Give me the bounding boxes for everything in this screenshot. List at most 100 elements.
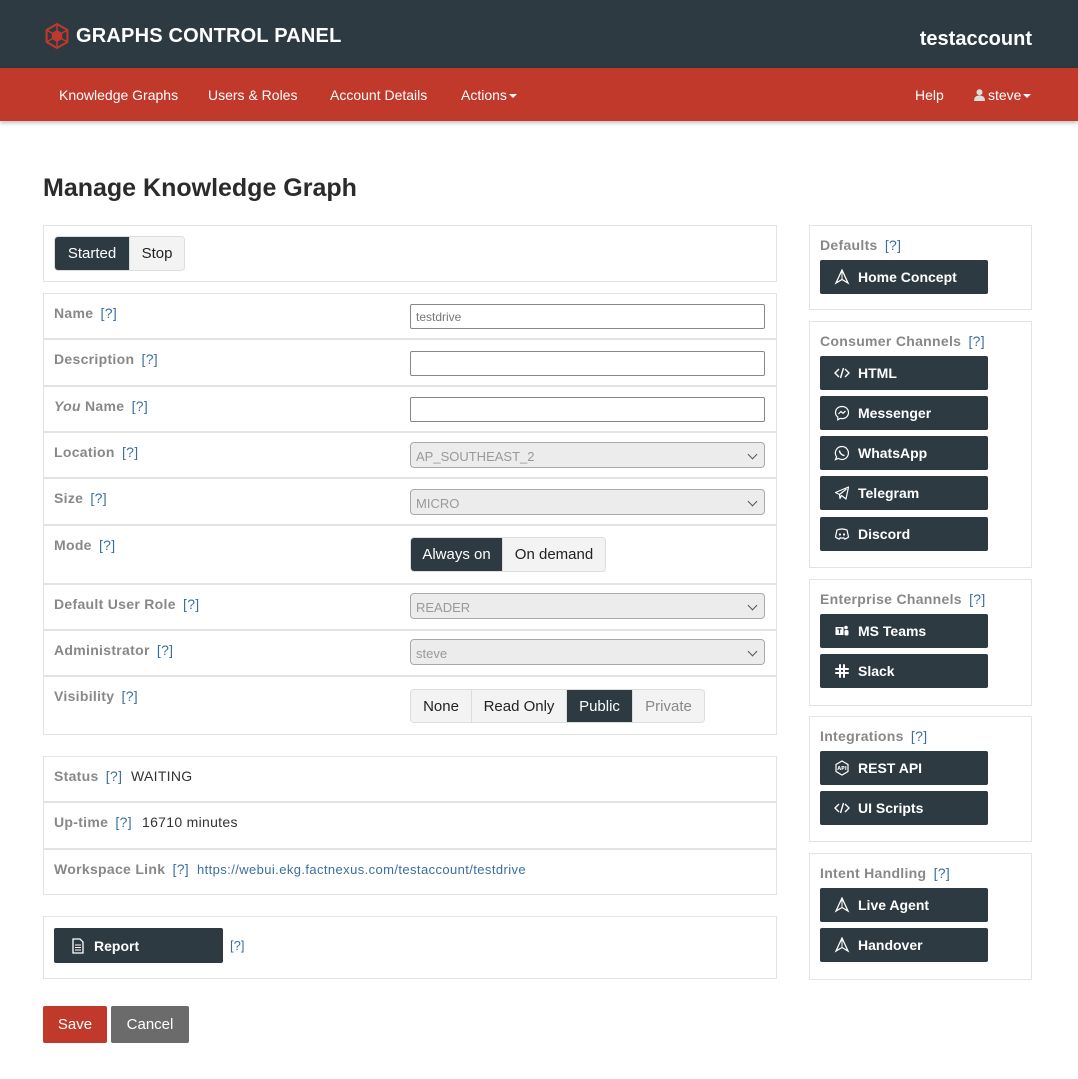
enterprise-channels-title-text: Enterprise Channels	[820, 591, 962, 607]
telegram-channel-button[interactable]: Telegram	[820, 476, 988, 510]
default-user-role-label-text: Default User Role	[54, 596, 176, 612]
concept-icon	[834, 269, 850, 285]
rest-api-button[interactable]: API REST API	[820, 751, 988, 785]
visibility-public[interactable]: Public	[566, 690, 632, 722]
uptime-help-link[interactable]: [?]	[115, 814, 131, 830]
nav-user-label: steve	[988, 87, 1022, 103]
caret-down-icon	[508, 94, 517, 99]
mode-help-link[interactable]: [?]	[99, 537, 115, 553]
slack-channel-button[interactable]: Slack	[820, 654, 988, 688]
integrations-panel: Integrations [?] API REST API UI Scripts	[809, 716, 1032, 842]
visibility-private[interactable]: Private	[632, 690, 704, 722]
nav-users-roles[interactable]: Users & Roles	[208, 87, 297, 103]
mode-always-on[interactable]: Always on	[411, 538, 502, 571]
description-input[interactable]	[410, 351, 765, 376]
description-help-link[interactable]: [?]	[142, 351, 158, 367]
main-navbar: Knowledge Graphs Users & Roles Account D…	[0, 68, 1078, 121]
rest-api-label: REST API	[858, 760, 923, 776]
nav-knowledge-graphs[interactable]: Knowledge Graphs	[59, 87, 178, 103]
nav-user-menu[interactable]: steve	[974, 87, 1032, 103]
size-select[interactable]: MICRO	[410, 489, 765, 515]
live-agent-label: Live Agent	[858, 897, 930, 913]
save-button[interactable]: Save	[43, 1006, 107, 1043]
you-name-input[interactable]	[410, 397, 765, 422]
whatsapp-label: WhatsApp	[858, 445, 928, 461]
live-agent-button[interactable]: Live Agent	[820, 888, 988, 922]
visibility-help-link[interactable]: [?]	[122, 688, 138, 704]
visibility-toggle: None Read Only Public Private	[410, 689, 705, 723]
mode-label-text: Mode	[54, 537, 92, 553]
report-help-link[interactable]: [?]	[230, 938, 244, 953]
workspace-link-label: Workspace Link [?]	[54, 861, 189, 877]
app-logo[interactable]: GRAPHS CONTROL PANEL	[44, 23, 342, 49]
caret-down-icon	[1023, 94, 1032, 99]
state-toggle-panel: Started Stop	[43, 225, 777, 282]
administrator-help-link[interactable]: [?]	[157, 642, 173, 658]
intent-handling-title-text: Intent Handling	[820, 865, 927, 881]
location-label-text: Location	[54, 444, 115, 460]
consumer-help-link[interactable]: [?]	[968, 333, 984, 349]
consumer-channels-title-text: Consumer Channels	[820, 333, 962, 349]
nav-actions-dropdown[interactable]: Actions	[461, 87, 517, 103]
default-user-role-help-link[interactable]: [?]	[183, 596, 199, 612]
size-label: Size [?]	[54, 490, 107, 506]
nav-account-details[interactable]: Account Details	[330, 87, 427, 103]
discord-label: Discord	[858, 526, 911, 542]
discord-icon	[834, 528, 850, 540]
messenger-label: Messenger	[858, 405, 932, 421]
name-help-link[interactable]: [?]	[101, 305, 117, 321]
description-row: Description [?]	[43, 339, 777, 386]
uptime-label: Up-time [?]	[54, 814, 132, 830]
html-channel-button[interactable]: HTML	[820, 356, 988, 390]
account-name: testaccount	[919, 28, 1032, 50]
administrator-value: steve	[416, 646, 448, 661]
defaults-help-link[interactable]: [?]	[885, 237, 901, 253]
telegram-label: Telegram	[858, 485, 920, 501]
enterprise-help-link[interactable]: [?]	[969, 591, 985, 607]
started-option[interactable]: Started	[55, 237, 129, 270]
home-concept-button[interactable]: Home Concept	[820, 260, 988, 294]
workspace-url-link[interactable]: https://webui.ekg.factnexus.com/testacco…	[197, 862, 526, 877]
location-help-link[interactable]: [?]	[122, 444, 138, 460]
ui-scripts-button[interactable]: UI Scripts	[820, 791, 988, 825]
slack-icon	[835, 664, 849, 678]
size-help-link[interactable]: [?]	[90, 490, 106, 506]
defaults-title: Defaults [?]	[820, 237, 901, 253]
you-name-help-link[interactable]: [?]	[132, 398, 148, 414]
intent-help-link[interactable]: [?]	[934, 865, 950, 881]
messenger-channel-button[interactable]: Messenger	[820, 396, 988, 430]
enterprise-channels-panel: Enterprise Channels [?] MS Teams Slack	[809, 579, 1032, 706]
default-user-role-select[interactable]: READER	[410, 593, 765, 619]
administrator-select[interactable]: steve	[410, 639, 765, 665]
administrator-label: Administrator [?]	[54, 642, 173, 658]
handover-button[interactable]: Handover	[820, 928, 988, 962]
teams-icon	[835, 625, 849, 636]
handover-label: Handover	[858, 937, 923, 953]
administrator-row: Administrator [?] steve	[43, 630, 777, 676]
visibility-none[interactable]: None	[411, 690, 471, 722]
whatsapp-channel-button[interactable]: WhatsApp	[820, 436, 988, 470]
user-icon	[974, 89, 985, 101]
discord-channel-button[interactable]: Discord	[820, 517, 988, 551]
stop-option[interactable]: Stop	[129, 237, 184, 270]
administrator-label-text: Administrator	[54, 642, 150, 658]
code-icon	[834, 367, 850, 379]
mode-on-demand[interactable]: On demand	[502, 538, 605, 571]
status-value: WAITING	[131, 768, 193, 784]
location-select[interactable]: AP_SOUTHEAST_2	[410, 442, 765, 468]
you-name-label-rest: Name	[80, 398, 125, 414]
nav-help[interactable]: Help	[915, 87, 944, 103]
chevron-down-icon	[747, 496, 758, 507]
status-help-link[interactable]: [?]	[106, 768, 122, 784]
consumer-channels-title: Consumer Channels [?]	[820, 333, 985, 349]
ms-teams-channel-button[interactable]: MS Teams	[820, 614, 988, 648]
integrations-help-link[interactable]: [?]	[911, 728, 927, 744]
name-input[interactable]	[410, 304, 765, 329]
messenger-icon	[834, 405, 850, 421]
visibility-read-only[interactable]: Read Only	[471, 690, 566, 722]
document-icon	[72, 937, 84, 954]
svg-text:API: API	[837, 766, 847, 772]
cancel-button[interactable]: Cancel	[111, 1006, 189, 1043]
workspace-help-link[interactable]: [?]	[173, 861, 189, 877]
report-button[interactable]: Report	[54, 928, 223, 963]
